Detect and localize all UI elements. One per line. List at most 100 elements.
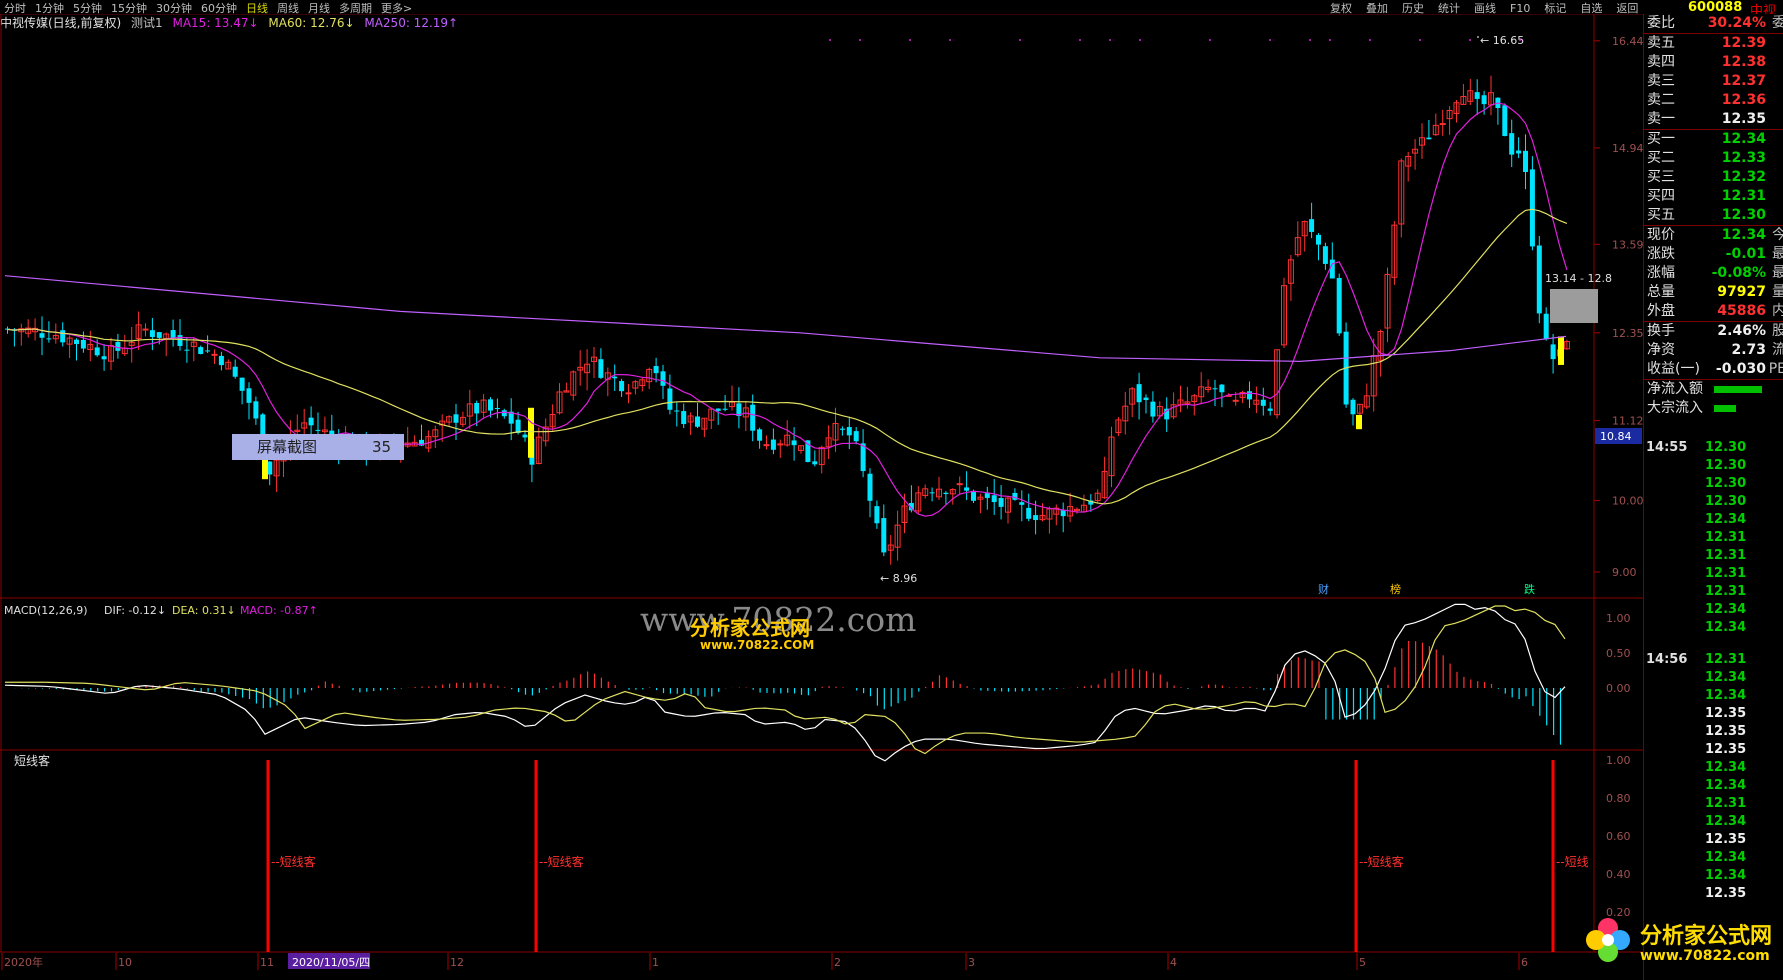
candle-body (1350, 399, 1356, 415)
indicator-axis-label: 0.60 (1606, 830, 1631, 843)
screenshot-number: 35 (372, 438, 392, 456)
tick-row: 12.34 (1643, 778, 1783, 796)
date-label: 6 (1521, 956, 1528, 969)
candle-body (1550, 344, 1556, 360)
candle-body (612, 376, 618, 379)
tick-row: 12.35 (1643, 706, 1783, 724)
quote-value: 12.30 (1721, 207, 1766, 223)
tick-row: 12.35 (1643, 724, 1783, 742)
bid-levels: 买一 12.34 买二 12.33 买三 12.32 买四 12.31 买五 12.30 (1644, 129, 1783, 225)
flag-candle (262, 457, 268, 480)
candle-body (971, 490, 976, 501)
kline-chart[interactable]: 16.4414.9413.5912.3511.1210.009.00← 16.6… (0, 0, 1643, 980)
tick-row: 12.34 (1643, 620, 1783, 638)
candle-body (46, 338, 52, 340)
bid-ratio-value: 30.24% (1707, 15, 1766, 31)
quote-row: 买四 12.31 (1644, 187, 1783, 206)
quote-value: 12.38 (1721, 54, 1766, 70)
signal-dot (1109, 39, 1111, 41)
quote-value: 12.36 (1721, 92, 1766, 108)
tick-price: 12.31 (1705, 566, 1747, 581)
tick-price: 12.34 (1705, 868, 1747, 883)
tick-row: 12.34 (1643, 850, 1783, 868)
quote-row: 现价 12.34 今 (1644, 226, 1783, 245)
signal-dot (1139, 39, 1141, 41)
quote-label: 买二 (1647, 150, 1675, 166)
date-label: 4 (1170, 956, 1177, 969)
tick-row: 12.34 (1643, 688, 1783, 706)
quote-ext: 内 (1772, 303, 1783, 319)
candle-body (211, 353, 218, 356)
candle-body (1481, 95, 1487, 105)
quote-row: 卖一 12.35 (1644, 110, 1783, 129)
flow-row: 净流入额 (1644, 380, 1783, 399)
quote-value: 12.34 (1721, 227, 1766, 243)
date-label: 10 (118, 956, 132, 969)
quote-row: 卖五 12.39 (1644, 34, 1783, 53)
quote-label: 总量 (1647, 284, 1675, 300)
quote-row: 买五 12.30 (1644, 206, 1783, 225)
quote-ext: 今 (1772, 227, 1783, 243)
candle-body (177, 335, 183, 346)
quote-value: 12.32 (1721, 169, 1766, 185)
candle-body (101, 356, 107, 360)
signal-label: --短线客 (1359, 854, 1404, 869)
tick-price: 12.35 (1705, 706, 1747, 721)
tick-price: 12.35 (1705, 742, 1747, 757)
candle-body (501, 410, 507, 417)
quote-label: 外盘 (1647, 303, 1675, 319)
flow-label: 净流入额 (1647, 381, 1703, 397)
signal-label: --短线客 (539, 854, 584, 869)
candle-body (74, 339, 79, 345)
date-label: 12 (450, 956, 464, 969)
macd-axis-label: 1.00 (1606, 612, 1631, 625)
quote-row: 收益(一) -0.030 PE (1644, 360, 1783, 379)
tick-price: 12.34 (1705, 512, 1747, 527)
candle-body (1143, 397, 1149, 400)
quote-value: 12.33 (1721, 150, 1766, 166)
candle-body (94, 347, 100, 356)
tick-row: 12.30 (1643, 476, 1783, 494)
candle-body (1426, 137, 1432, 140)
signal-dot (1079, 39, 1081, 41)
tick-price: 12.34 (1705, 814, 1747, 829)
candle-body (998, 498, 1004, 507)
candle-body (881, 518, 887, 553)
macd-bars (7, 640, 1562, 745)
quote-label: 涨跌 (1647, 246, 1675, 262)
candle-body (488, 399, 493, 411)
candle-body (80, 339, 86, 349)
signal-dot (1209, 39, 1211, 41)
candle-body (943, 492, 949, 494)
tick-row: 12.34 (1643, 670, 1783, 688)
candle-body (218, 355, 224, 366)
tick-row: 12.34 (1643, 602, 1783, 620)
price-axis-label: 14.94 (1612, 142, 1643, 155)
stock-code[interactable]: 600088 (1688, 0, 1742, 15)
candle-body (522, 434, 528, 438)
screenshot-tooltip[interactable]: 屏幕截图 35 (232, 434, 404, 460)
tick-row: 12.34 (1643, 512, 1783, 530)
quote-row: 买三 12.32 (1644, 168, 1783, 187)
candle-body (198, 347, 204, 354)
candle-body (170, 330, 176, 339)
candle-body (1474, 92, 1480, 99)
logo-url: www.70822.com (1640, 948, 1770, 964)
candle-body (1516, 150, 1522, 154)
price-axis-label: 12.35 (1612, 327, 1643, 340)
tick-row: 12.34 (1643, 868, 1783, 886)
quote-row: 涨幅 -0.08% 最 (1644, 264, 1783, 283)
candle-body (253, 401, 259, 419)
candle-body (205, 350, 211, 352)
signal-dot (829, 39, 831, 41)
quote-ext: 最 (1772, 246, 1783, 262)
quote-ext: 流 (1772, 342, 1783, 358)
price-axis-label: 9.00 (1612, 566, 1637, 579)
quote-row: 涨跌 -0.01 最 (1644, 245, 1783, 264)
date-label: 2020年 (4, 955, 43, 969)
tick-row: 12.34 (1643, 760, 1783, 778)
candle-body (115, 341, 121, 351)
tick-price: 12.30 (1705, 494, 1747, 509)
quote-value: -0.08% (1711, 265, 1766, 281)
signal-dot (1419, 39, 1421, 41)
